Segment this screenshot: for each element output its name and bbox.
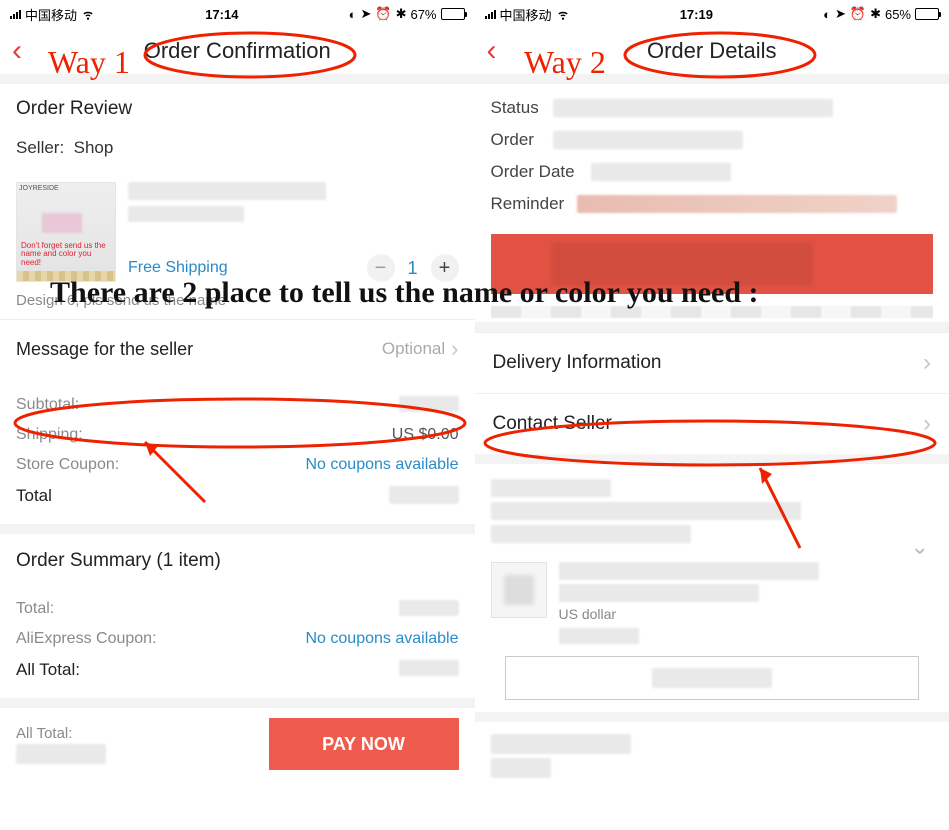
wifi-icon [81,7,95,21]
carrier-label: 中国移动 [500,5,552,24]
battery-icon [441,8,465,20]
item-action-button[interactable] [505,656,920,700]
bluetooth-icon: ✱ [396,6,407,22]
seller-line: Seller: Shop [16,138,459,158]
chevron-down-icon: ⌄ [911,534,929,560]
status-time: 17:14 [205,7,238,22]
order-item-card[interactable]: US dollar [491,562,934,644]
order-review-heading: Order Review [16,98,459,120]
page-title: Order Details [475,38,949,64]
reminder-label: Reminder [491,194,577,214]
shipping-label: Shipping: [16,426,83,444]
contact-seller-row[interactable]: Contact Seller › [475,393,949,454]
carrier-label: 中国移动 [25,5,77,24]
signal-icon [485,9,496,19]
qty-value: 1 [405,258,421,279]
summary-total-label: Total: [16,600,54,618]
battery-pct: 67% [410,7,436,22]
alarm-icon: ⏰ [375,6,391,22]
location-icon: ➤ [835,6,846,22]
product-thumbnail: JOYRESIDE Don't forget send us the name … [16,182,116,282]
item-thumbnail [491,562,547,618]
shipping-value: US $0.00 [392,426,459,444]
ali-coupon-value[interactable]: No coupons available [306,630,459,648]
location-icon: ➤ [360,6,371,22]
quantity-stepper: − 1 + [367,254,459,282]
product-subtitle-redacted [128,206,244,222]
subtotal-label: Subtotal: [16,396,79,414]
variant-note: Design 6, pls send us the name [0,288,475,319]
nav-header: ‹ Order Details [475,28,949,74]
bluetooth-icon: ✱ [870,6,881,22]
do-not-disturb-icon: ◐ [349,7,357,22]
wifi-icon [556,7,570,21]
address-block[interactable]: ⌄ [475,464,949,556]
battery-pct: 65% [885,7,911,22]
product-row[interactable]: JOYRESIDE Don't forget send us the name … [0,172,475,288]
product-title-redacted [128,182,326,200]
footer-total-value-redacted [16,744,106,764]
qty-minus-button[interactable]: − [367,254,395,282]
nav-header: ‹ Order Confirmation [0,28,475,74]
chevron-right-icon: › [451,336,458,362]
status-bar: 中国移动 17:14 ◐ ➤ ⏰ ✱ 67% [0,0,475,28]
subtotal-value-redacted [399,396,459,412]
total-value-redacted [389,486,459,504]
address-divider-stripe [491,306,934,318]
chevron-right-icon: › [923,410,931,438]
page-title: Order Confirmation [0,38,475,64]
alarm-icon: ⏰ [850,6,866,22]
store-coupon-value[interactable]: No coupons available [306,456,459,474]
store-coupon-label: Store Coupon: [16,456,119,474]
status-time: 17:19 [680,7,713,22]
status-label: Status [491,98,553,118]
qty-plus-button[interactable]: + [431,254,459,282]
currency-note: US dollar [559,606,934,622]
order-summary-heading: Order Summary (1 item) [0,534,475,582]
delivery-information-row[interactable]: Delivery Information › [475,332,949,393]
do-not-disturb-icon: ◐ [823,7,831,22]
total-label: Total [16,486,52,506]
action-banner[interactable] [491,234,934,294]
status-bar: 中国移动 17:19 ◐ ➤ ⏰ ✱ 65% [475,0,949,28]
screen-order-confirmation: 中国移动 17:14 ◐ ➤ ⏰ ✱ 67% ‹ Order Confirmat… [0,0,475,830]
ali-coupon-label: AliExpress Coupon: [16,630,157,648]
free-shipping-label: Free Shipping [128,259,228,277]
battery-icon [915,8,939,20]
chevron-right-icon: › [923,349,931,377]
screen-order-details: 中国移动 17:19 ◐ ➤ ⏰ ✱ 65% ‹ Order Details S… [475,0,949,830]
pay-now-button[interactable]: PAY NOW [269,718,459,770]
message-seller-row[interactable]: Message for the seller Optional › [0,319,475,378]
order-date-label: Order Date [491,162,591,182]
order-label: Order [491,130,553,150]
all-total-label: All Total: [16,660,80,680]
optional-hint: Optional [382,339,445,359]
signal-icon [10,9,21,19]
footer-all-total-label: All Total: [16,725,106,742]
